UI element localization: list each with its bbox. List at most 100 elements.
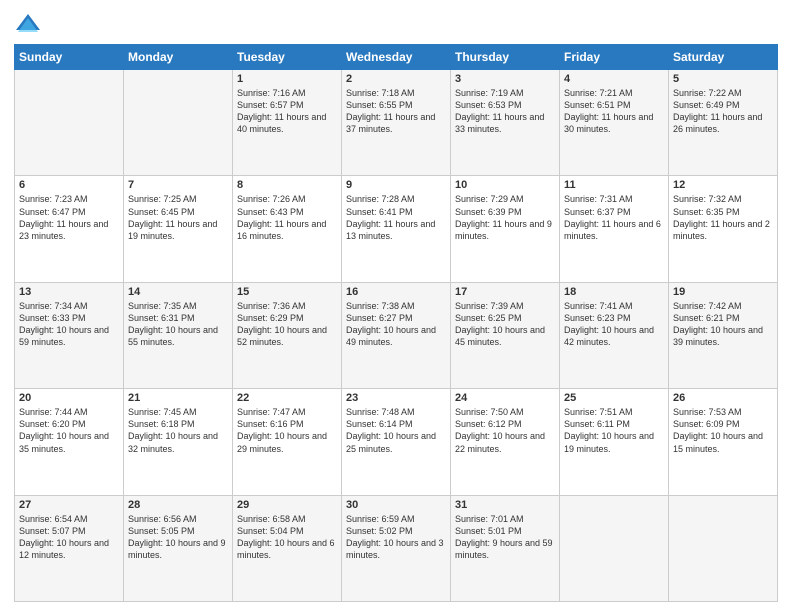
day-info: Sunrise: 7:18 AM Sunset: 6:55 PM Dayligh…	[346, 87, 446, 136]
calendar-cell: 9Sunrise: 7:28 AM Sunset: 6:41 PM Daylig…	[342, 176, 451, 282]
day-header-saturday: Saturday	[669, 45, 778, 70]
day-info: Sunrise: 7:51 AM Sunset: 6:11 PM Dayligh…	[564, 406, 664, 455]
day-header-monday: Monday	[124, 45, 233, 70]
day-info: Sunrise: 7:44 AM Sunset: 6:20 PM Dayligh…	[19, 406, 119, 455]
day-info: Sunrise: 7:48 AM Sunset: 6:14 PM Dayligh…	[346, 406, 446, 455]
day-header-thursday: Thursday	[451, 45, 560, 70]
day-info: Sunrise: 7:19 AM Sunset: 6:53 PM Dayligh…	[455, 87, 555, 136]
calendar-cell: 28 Sunrise: 6:56 AM Sunset: 5:05 PM Dayli…	[124, 495, 233, 601]
calendar-cell: 18 Sunrise: 7:41 AM Sunset: 6:23 PM Dayli…	[560, 282, 669, 388]
calendar-cell	[15, 70, 124, 176]
day-number: 20	[19, 392, 119, 404]
calendar-cell: 14 Sunrise: 7:35 AM Sunset: 6:31 PM Dayli…	[124, 282, 233, 388]
calendar-cell: 20 Sunrise: 7:44 AM Sunset: 6:20 PM Dayli…	[15, 389, 124, 495]
day-info: Sunrise: 6:56 AM Sunset: 5:05 PM Dayligh…	[128, 513, 228, 562]
day-number: 7	[128, 179, 228, 191]
day-number: 18	[564, 286, 664, 298]
day-info: Sunrise: 7:42 AM Sunset: 6:21 PM Dayligh…	[673, 300, 773, 349]
calendar-cell: 26 Sunrise: 7:53 AM Sunset: 6:09 PM Dayli…	[669, 389, 778, 495]
calendar-cell: 12 Sunrise: 7:32 AM Sunset: 6:35 PM Dayli…	[669, 176, 778, 282]
calendar-cell: 30Sunrise: 6:59 AM Sunset: 5:02 PM Dayli…	[342, 495, 451, 601]
day-number: 12	[673, 179, 773, 191]
day-number: 14	[128, 286, 228, 298]
day-number: 27	[19, 499, 119, 511]
logo-icon	[14, 10, 42, 38]
day-info: Sunrise: 7:53 AM Sunset: 6:09 PM Dayligh…	[673, 406, 773, 455]
day-number: 29	[237, 499, 337, 511]
day-info: Sunrise: 7:29 AM Sunset: 6:39 PM Dayligh…	[455, 193, 555, 242]
day-number: 4	[564, 73, 664, 85]
calendar-cell: 6 Sunrise: 7:23 AM Sunset: 6:47 PM Daylig…	[15, 176, 124, 282]
day-info: Sunrise: 7:34 AM Sunset: 6:33 PM Dayligh…	[19, 300, 119, 349]
logo	[14, 10, 46, 38]
day-header-wednesday: Wednesday	[342, 45, 451, 70]
calendar-cell: 15Sunrise: 7:36 AM Sunset: 6:29 PM Dayli…	[233, 282, 342, 388]
calendar-week-4: 20 Sunrise: 7:44 AM Sunset: 6:20 PM Dayli…	[15, 389, 778, 495]
calendar-cell: 21Sunrise: 7:45 AM Sunset: 6:18 PM Dayli…	[124, 389, 233, 495]
day-info: Sunrise: 7:36 AM Sunset: 6:29 PM Dayligh…	[237, 300, 337, 349]
calendar-cell	[124, 70, 233, 176]
calendar-cell: 7Sunrise: 7:25 AM Sunset: 6:45 PM Daylig…	[124, 176, 233, 282]
calendar-cell: 22 Sunrise: 7:47 AM Sunset: 6:16 PM Dayli…	[233, 389, 342, 495]
day-info: Sunrise: 7:39 AM Sunset: 6:25 PM Dayligh…	[455, 300, 555, 349]
day-number: 28	[128, 499, 228, 511]
day-info: Sunrise: 7:01 AM Sunset: 5:01 PM Dayligh…	[455, 513, 555, 562]
day-info: Sunrise: 7:21 AM Sunset: 6:51 PM Dayligh…	[564, 87, 664, 136]
day-header-sunday: Sunday	[15, 45, 124, 70]
calendar-cell: 27 Sunrise: 6:54 AM Sunset: 5:07 PM Dayli…	[15, 495, 124, 601]
day-info: Sunrise: 7:47 AM Sunset: 6:16 PM Dayligh…	[237, 406, 337, 455]
day-number: 6	[19, 179, 119, 191]
calendar-header-row: SundayMondayTuesdayWednesdayThursdayFrid…	[15, 45, 778, 70]
calendar-week-1: 1 Sunrise: 7:16 AM Sunset: 6:57 PM Daylig…	[15, 70, 778, 176]
day-number: 22	[237, 392, 337, 404]
calendar-cell	[560, 495, 669, 601]
day-header-tuesday: Tuesday	[233, 45, 342, 70]
day-number: 11	[564, 179, 664, 191]
calendar-cell: 17Sunrise: 7:39 AM Sunset: 6:25 PM Dayli…	[451, 282, 560, 388]
calendar-table: SundayMondayTuesdayWednesdayThursdayFrid…	[14, 44, 778, 602]
day-number: 13	[19, 286, 119, 298]
calendar-cell: 23 Sunrise: 7:48 AM Sunset: 6:14 PM Dayli…	[342, 389, 451, 495]
day-info: Sunrise: 7:38 AM Sunset: 6:27 PM Dayligh…	[346, 300, 446, 349]
day-info: Sunrise: 6:54 AM Sunset: 5:07 PM Dayligh…	[19, 513, 119, 562]
day-number: 1	[237, 73, 337, 85]
calendar-cell: 24Sunrise: 7:50 AM Sunset: 6:12 PM Dayli…	[451, 389, 560, 495]
calendar-cell: 2Sunrise: 7:18 AM Sunset: 6:55 PM Daylig…	[342, 70, 451, 176]
calendar-cell: 16 Sunrise: 7:38 AM Sunset: 6:27 PM Dayli…	[342, 282, 451, 388]
day-number: 26	[673, 392, 773, 404]
calendar-cell: 29Sunrise: 6:58 AM Sunset: 5:04 PM Dayli…	[233, 495, 342, 601]
calendar-cell	[669, 495, 778, 601]
calendar-cell: 4 Sunrise: 7:21 AM Sunset: 6:51 PM Daylig…	[560, 70, 669, 176]
calendar-cell: 10 Sunrise: 7:29 AM Sunset: 6:39 PM Dayli…	[451, 176, 560, 282]
day-number: 8	[237, 179, 337, 191]
day-number: 31	[455, 499, 555, 511]
day-info: Sunrise: 7:45 AM Sunset: 6:18 PM Dayligh…	[128, 406, 228, 455]
day-info: Sunrise: 7:41 AM Sunset: 6:23 PM Dayligh…	[564, 300, 664, 349]
day-info: Sunrise: 7:23 AM Sunset: 6:47 PM Dayligh…	[19, 193, 119, 242]
calendar-cell: 3 Sunrise: 7:19 AM Sunset: 6:53 PM Daylig…	[451, 70, 560, 176]
calendar-cell: 8Sunrise: 7:26 AM Sunset: 6:43 PM Daylig…	[233, 176, 342, 282]
day-info: Sunrise: 7:35 AM Sunset: 6:31 PM Dayligh…	[128, 300, 228, 349]
calendar-cell: 11Sunrise: 7:31 AM Sunset: 6:37 PM Dayli…	[560, 176, 669, 282]
day-info: Sunrise: 7:22 AM Sunset: 6:49 PM Dayligh…	[673, 87, 773, 136]
day-number: 25	[564, 392, 664, 404]
day-number: 30	[346, 499, 446, 511]
calendar-cell: 25 Sunrise: 7:51 AM Sunset: 6:11 PM Dayli…	[560, 389, 669, 495]
day-info: Sunrise: 7:16 AM Sunset: 6:57 PM Dayligh…	[237, 87, 337, 136]
day-number: 16	[346, 286, 446, 298]
day-info: Sunrise: 7:28 AM Sunset: 6:41 PM Dayligh…	[346, 193, 446, 242]
day-info: Sunrise: 7:32 AM Sunset: 6:35 PM Dayligh…	[673, 193, 773, 242]
calendar-cell: 31 Sunrise: 7:01 AM Sunset: 5:01 PM Dayli…	[451, 495, 560, 601]
day-number: 23	[346, 392, 446, 404]
header	[14, 10, 778, 38]
calendar-week-3: 13 Sunrise: 7:34 AM Sunset: 6:33 PM Dayli…	[15, 282, 778, 388]
day-number: 10	[455, 179, 555, 191]
calendar-week-2: 6 Sunrise: 7:23 AM Sunset: 6:47 PM Daylig…	[15, 176, 778, 282]
day-number: 3	[455, 73, 555, 85]
day-header-friday: Friday	[560, 45, 669, 70]
page: SundayMondayTuesdayWednesdayThursdayFrid…	[0, 0, 792, 612]
day-number: 24	[455, 392, 555, 404]
calendar-week-5: 27 Sunrise: 6:54 AM Sunset: 5:07 PM Dayli…	[15, 495, 778, 601]
calendar-cell: 5Sunrise: 7:22 AM Sunset: 6:49 PM Daylig…	[669, 70, 778, 176]
day-number: 19	[673, 286, 773, 298]
